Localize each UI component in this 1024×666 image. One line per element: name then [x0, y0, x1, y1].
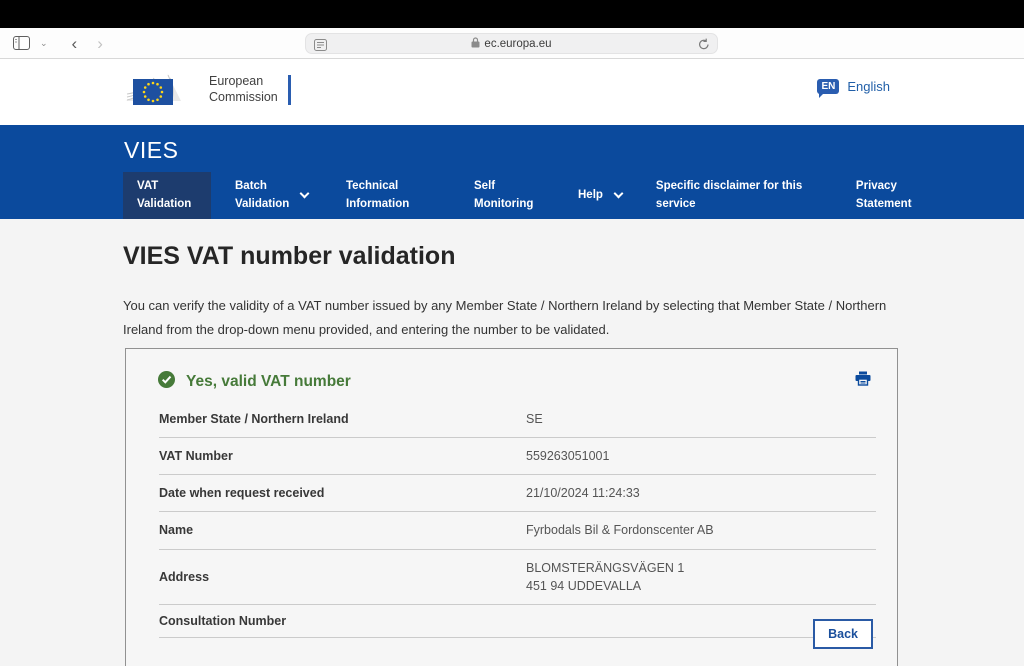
nav-batch-validation[interactable]: Batch Validation [221, 172, 314, 219]
browser-toolbar: ⌄ ‹ › ec.europa.eu [0, 28, 1024, 59]
vies-band: VIES VAT Validation Batch Validation Tec… [0, 125, 1024, 219]
row-label: VAT Number [159, 438, 526, 475]
table-row: VAT Number 559263051001 [159, 438, 876, 475]
table-row: Consultation Number [159, 604, 876, 637]
chevron-down-icon [613, 189, 623, 199]
nav-specific-disclaimer[interactable]: Specific disclaimer for this service [642, 172, 820, 219]
ec-header: European Commission EN English [0, 59, 1024, 125]
row-value: Fyrbodals Bil & Fordonscenter AB [526, 512, 876, 549]
site-title: VIES [124, 137, 178, 164]
nav-help[interactable]: Help [564, 172, 636, 219]
validation-result-card: Yes, valid VAT number Member State / Nor… [125, 348, 898, 666]
ec-logo-divider [288, 75, 291, 105]
row-value: 21/10/2024 11:24:33 [526, 475, 876, 512]
sidebar-chevron-icon[interactable]: ⌄ [40, 38, 48, 49]
sidebar-toggle-icon[interactable] [12, 34, 30, 52]
ec-flag-graphic [123, 67, 201, 113]
table-row: Name Fyrbodals Bil & Fordonscenter AB [159, 512, 876, 549]
language-label: English [847, 79, 890, 94]
url-text: ec.europa.eu [484, 38, 551, 50]
status-row: Yes, valid VAT number [158, 371, 351, 393]
back-button[interactable]: Back [813, 619, 873, 649]
row-label: Name [159, 512, 526, 549]
table-row: Address BLOMSTERÄNGSVÄGEN 1 451 94 UDDEV… [159, 549, 876, 604]
language-selector[interactable]: EN English [817, 79, 890, 94]
row-value: SE [526, 401, 876, 438]
row-label: Date when request received [159, 475, 526, 512]
row-value: BLOMSTERÄNGSVÄGEN 1 451 94 UDDEVALLA [526, 549, 876, 604]
reload-icon[interactable] [698, 38, 710, 56]
ec-logo[interactable]: European Commission [123, 67, 291, 113]
row-value: 559263051001 [526, 438, 876, 475]
nav-technical-information[interactable]: Technical Information [332, 172, 436, 219]
valid-check-icon [158, 371, 175, 393]
row-label: Member State / Northern Ireland [159, 401, 526, 438]
status-text: Yes, valid VAT number [186, 373, 351, 391]
screen: ⌄ ‹ › ec.europa.eu [0, 0, 1024, 666]
page-description: You can verify the validity of a VAT num… [123, 294, 893, 342]
page-title: VIES VAT number validation [123, 242, 455, 271]
forward-icon: › [97, 35, 103, 52]
back-icon[interactable]: ‹ [72, 35, 78, 52]
row-label: Address [159, 549, 526, 604]
ec-logo-text: European Commission [209, 74, 278, 105]
result-table: Member State / Northern Ireland SE VAT N… [159, 401, 876, 638]
nav-privacy-statement[interactable]: Privacy Statement [842, 172, 940, 219]
nav-self-monitoring[interactable]: Self Monitoring [460, 172, 558, 219]
mac-menubar [0, 0, 1024, 28]
nav-vat-validation[interactable]: VAT Validation [123, 172, 211, 219]
row-label: Consultation Number [159, 604, 526, 637]
reader-mode-icon[interactable] [314, 38, 327, 56]
language-code-badge: EN [817, 79, 839, 94]
chevron-down-icon [300, 189, 310, 199]
table-row: Member State / Northern Ireland SE [159, 401, 876, 438]
address-bar[interactable]: ec.europa.eu [305, 33, 718, 54]
main-nav: VAT Validation Batch Validation Technica… [123, 172, 940, 219]
lock-icon [471, 37, 480, 51]
print-icon[interactable] [855, 371, 871, 391]
table-row: Date when request received 21/10/2024 11… [159, 475, 876, 512]
